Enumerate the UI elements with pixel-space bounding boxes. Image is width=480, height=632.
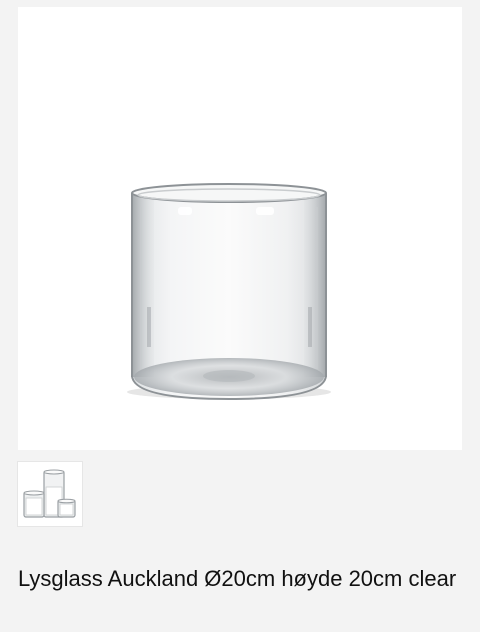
glass-set-thumbnail-image bbox=[23, 469, 76, 518]
product-title: Lysglass Auckland Ø20cm høyde 20cm clear bbox=[18, 566, 457, 591]
product-page: Lysglass Auckland Ø20cm høyde 20cm clear bbox=[0, 0, 480, 632]
product-thumbnail[interactable] bbox=[17, 461, 83, 527]
product-main-image[interactable] bbox=[18, 7, 462, 450]
glass-vase-illustration bbox=[127, 183, 331, 401]
